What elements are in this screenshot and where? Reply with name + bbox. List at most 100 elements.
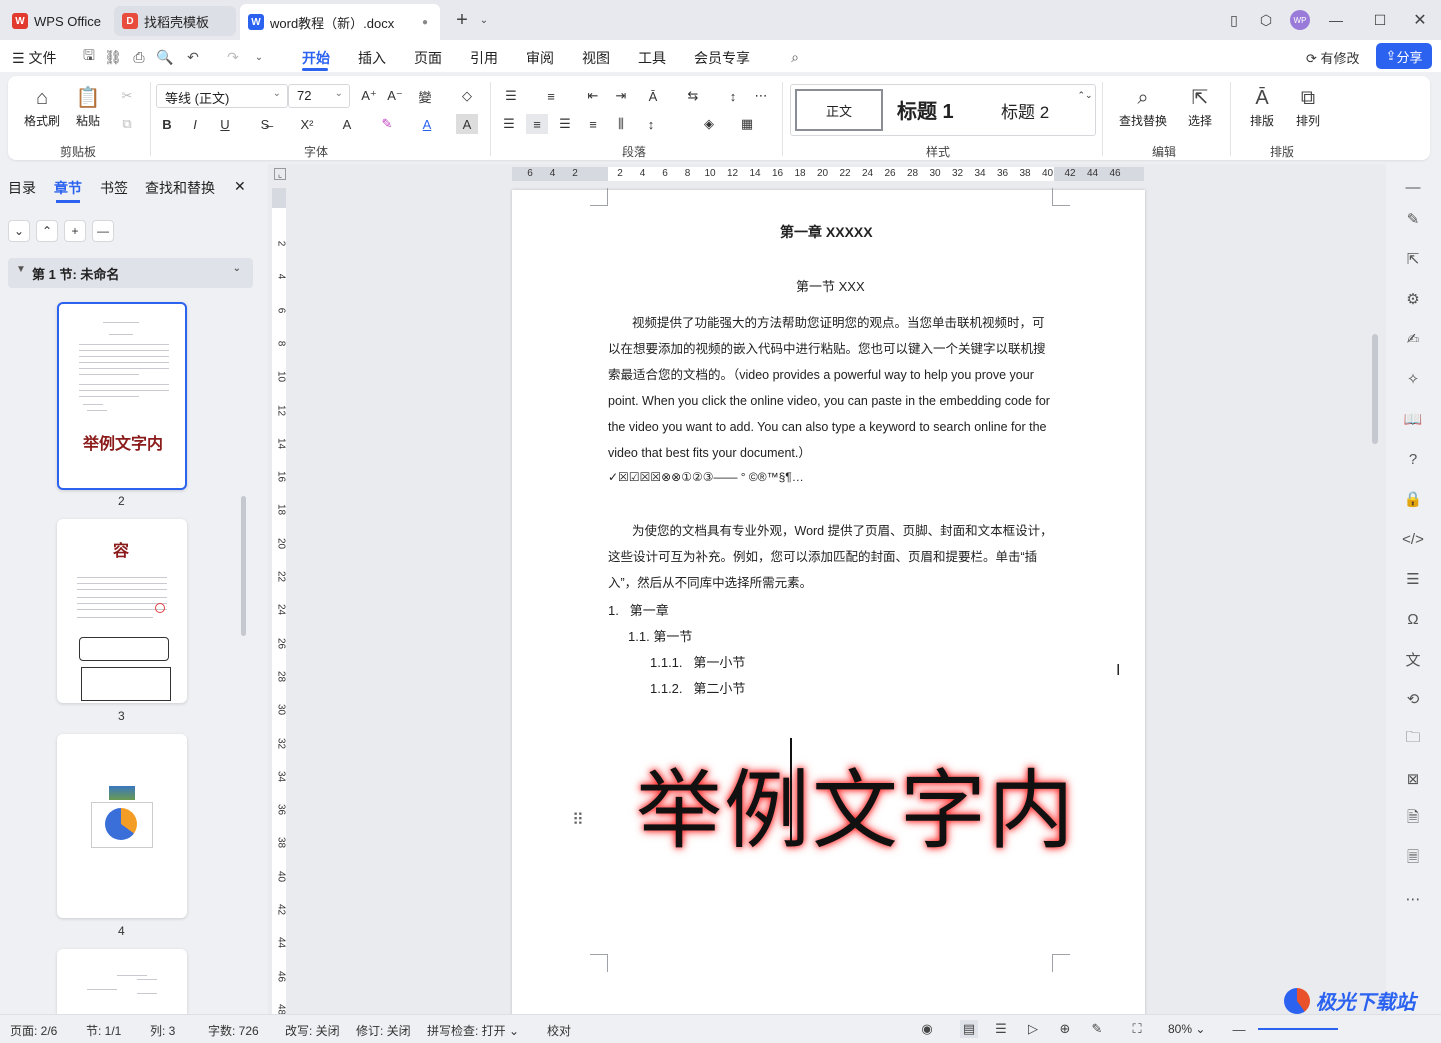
tab-wps-office[interactable]: W WPS Office [4,6,112,36]
justify-icon[interactable]: ≡ [582,114,604,134]
print-preview-icon[interactable]: 🔍 [156,48,174,66]
section-header[interactable]: ▼ 第 1 节: 未命名 ⌄ [8,258,253,288]
scrollbar[interactable] [241,496,246,636]
menu-page[interactable]: 页面 [414,48,442,68]
bold-icon[interactable]: B [156,114,178,134]
bullets-icon[interactable]: ☰ [500,86,522,106]
styles-scroll-icon[interactable]: ⌃⌄ [1077,85,1093,105]
page-thumbnail-5[interactable] [57,949,187,1014]
glow-text[interactable]: 举例文字内 [636,740,1076,865]
tab-stop-icon[interactable]: ⌞ [274,168,286,180]
highlight-icon[interactable]: ✎ [376,114,398,134]
eye-icon[interactable]: ◉ [918,1020,936,1038]
show-marks-icon[interactable]: ⋯ [750,86,772,106]
chevron-down-icon[interactable]: ⌄ [233,263,241,274]
redo-icon[interactable]: ↷ [224,48,242,66]
minimize-icon[interactable]: — [1326,10,1346,30]
borders-icon[interactable]: ▦ [736,114,758,134]
close-icon[interactable]: ✕ [1410,10,1430,30]
move-down-button[interactable]: ⌄ [8,220,30,242]
phonetic-icon[interactable]: 變 [414,86,436,106]
italic-icon[interactable]: I [184,114,206,134]
arrange-button[interactable]: ⧉ 排列 [1286,84,1330,129]
page-thumbnail-4[interactable] [57,734,187,918]
menu-insert[interactable]: 插入 [358,48,386,68]
vertical-ruler[interactable]: 2 4 6 8 10 12 14 16 18 20 22 24 26 28 30 32 34 36 38 40 42 44… [272,208,287,1014]
folder-star-icon[interactable]: 🗀 [1402,728,1424,750]
file-menu[interactable]: ☰ 文件 [12,48,56,68]
superscript-icon[interactable]: X² [296,114,318,134]
unsaved-dot-icon[interactable]: ● [422,17,428,28]
close-pane-icon[interactable]: ✕ [234,178,246,195]
menu-member[interactable]: 会员专享 [694,48,750,68]
chinese-layout-icon[interactable]: Ā [642,86,664,106]
sign-icon[interactable]: ✍ [1402,328,1424,350]
char-shading-icon[interactable]: A [456,114,478,134]
line-spacing-icon[interactable]: ↕ [640,114,662,134]
page-view-icon[interactable]: ▤ [960,1020,978,1038]
typeset-button[interactable]: Ā 排版 [1240,84,1284,129]
spellcheck-status[interactable]: 拼写检查: 打开 ⌄ [427,1022,519,1039]
zoom-level[interactable]: 80% ⌄ [1168,1022,1205,1036]
sliders-icon[interactable]: ⚙ [1402,288,1424,310]
print-icon[interactable]: ⎙ [130,48,148,66]
pen-icon[interactable]: ✎ [1402,208,1424,230]
tab-find-replace[interactable]: 查找和替换 [145,178,215,198]
lock-icon[interactable]: 🔒 [1402,488,1424,510]
tab-sections[interactable]: 章节 [54,178,82,198]
save-icon[interactable]: 🖫 [80,47,98,66]
word-count[interactable]: 字数: 726 [208,1022,259,1039]
numbering-icon[interactable]: ≡ [540,86,562,106]
cut-icon[interactable]: ✂ [116,86,138,106]
increase-indent-icon[interactable]: ⇥ [610,86,632,106]
book-icon[interactable]: 📖 [1402,408,1424,430]
magic-tools-icon[interactable]: ✧ [1402,368,1424,390]
overwrite-status[interactable]: 改写: 关闭 [285,1022,340,1039]
menu-home[interactable]: 开始 [302,48,330,68]
shrink-font-icon[interactable]: A⁻ [384,86,406,106]
new-tab-button[interactable]: + [452,9,472,31]
more-icon[interactable]: ⋯ [1402,888,1424,910]
collapse-icon[interactable]: — [1402,176,1424,198]
style-normal[interactable]: 正文 [795,89,883,131]
tab-word-doc[interactable]: W word教程（新）.docx ● [240,4,440,40]
copy-icon[interactable]: ⧉ [116,114,138,134]
menu-reference[interactable]: 引用 [470,48,498,68]
underline-icon[interactable]: U [214,114,236,134]
document-page[interactable]: 第一章 XXXXX 第一节 XXX 视频提供了功能强大的方法帮助您证明您的观点。… [512,188,1145,1014]
text-effect-icon[interactable]: A [336,114,358,134]
translate-icon[interactable]: 文 [1402,648,1424,670]
zoom-out-icon[interactable]: — [1230,1020,1248,1038]
style-heading-1[interactable]: 标题 1 [897,95,954,124]
tab-docer[interactable]: D 找稻壳模板 [114,6,236,36]
maximize-icon[interactable]: ☐ [1370,10,1390,30]
page-thumbnail-2[interactable]: 举例文字内 [57,302,187,490]
history-icon[interactable]: ⟲ [1402,688,1424,710]
code-icon[interactable]: </> [1402,528,1424,550]
share-button[interactable]: ⇪ 分享 [1376,43,1432,69]
page-thumbnail-3[interactable]: 容 [57,519,187,703]
pen-mode-icon[interactable]: ✎ [1088,1020,1106,1038]
document-tools-icon[interactable]: 🗎 [1402,808,1424,830]
style-heading-2[interactable]: 标题 2 [1001,98,1049,123]
avatar[interactable]: WP [1290,10,1310,30]
search-icon[interactable]: ⌕ [786,48,804,66]
link-icon[interactable]: ⛓ [104,48,122,66]
decrease-indent-icon[interactable]: ⇤ [582,86,604,106]
align-right-icon[interactable]: ☰ [554,114,576,134]
menu-tools[interactable]: 工具 [638,48,666,68]
layout-icon[interactable]: ▯ [1224,10,1244,30]
chevron-down-icon[interactable]: ⌄ [474,10,494,30]
quick-access-more-icon[interactable]: ⌄ [250,48,268,66]
sort-icon[interactable]: ↕ [722,86,744,106]
distributed-icon[interactable]: ⫼ [610,114,632,134]
align-center-icon[interactable]: ≡ [526,114,548,134]
font-size-select[interactable]: 72 ⌄ [288,84,350,108]
tab-bookmarks[interactable]: 书签 [100,178,128,198]
text-direction-icon[interactable]: ⇆ [682,86,704,106]
export-icon[interactable]: ⊠ [1402,768,1424,790]
remove-section-button[interactable]: — [92,220,114,242]
find-replace-button[interactable]: ⌕ 查找替换 [1112,84,1174,129]
cube-icon[interactable]: ⬡ [1256,10,1276,30]
section-status[interactable]: 节: 1/1 [86,1022,121,1039]
